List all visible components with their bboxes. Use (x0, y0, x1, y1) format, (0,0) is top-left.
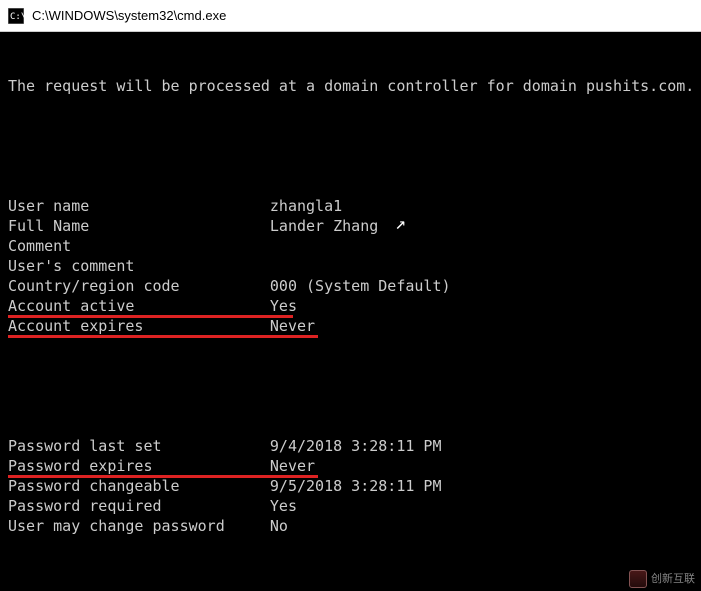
watermark-logo-icon (629, 570, 647, 588)
blank-line (8, 376, 693, 396)
info-row: Full Name Lander Zhang (8, 216, 693, 236)
info-row: User's comment (8, 256, 693, 276)
watermark-text: 创新互联 (651, 569, 695, 589)
cmd-icon: C:\ (8, 8, 24, 24)
info-row: User name zhangla1 (8, 196, 693, 216)
info-row: User may change password No (8, 516, 693, 536)
info-row: Comment (8, 236, 693, 256)
info-row: Password expires Never (8, 456, 693, 476)
watermark: 创新互联 (629, 569, 695, 589)
info-row: Password changeable 9/5/2018 3:28:11 PM (8, 476, 693, 496)
info-row: Account expires Never (8, 316, 693, 336)
window-titlebar[interactable]: C:\ C:\WINDOWS\system32\cmd.exe (0, 0, 701, 32)
info-row: Account active Yes (8, 296, 693, 316)
info-row: Password required Yes (8, 496, 693, 516)
blank-line (8, 576, 693, 591)
highlight-underline (8, 335, 318, 338)
terminal-output[interactable]: The request will be processed at a domai… (0, 32, 701, 591)
blank-line (8, 136, 693, 156)
svg-text:C:\: C:\ (10, 12, 24, 22)
window-title: C:\WINDOWS\system32\cmd.exe (32, 8, 226, 23)
info-row: Password last set 9/4/2018 3:28:11 PM (8, 436, 693, 456)
intro-line: The request will be processed at a domai… (8, 76, 693, 96)
info-row: Country/region code 000 (System Default) (8, 276, 693, 296)
